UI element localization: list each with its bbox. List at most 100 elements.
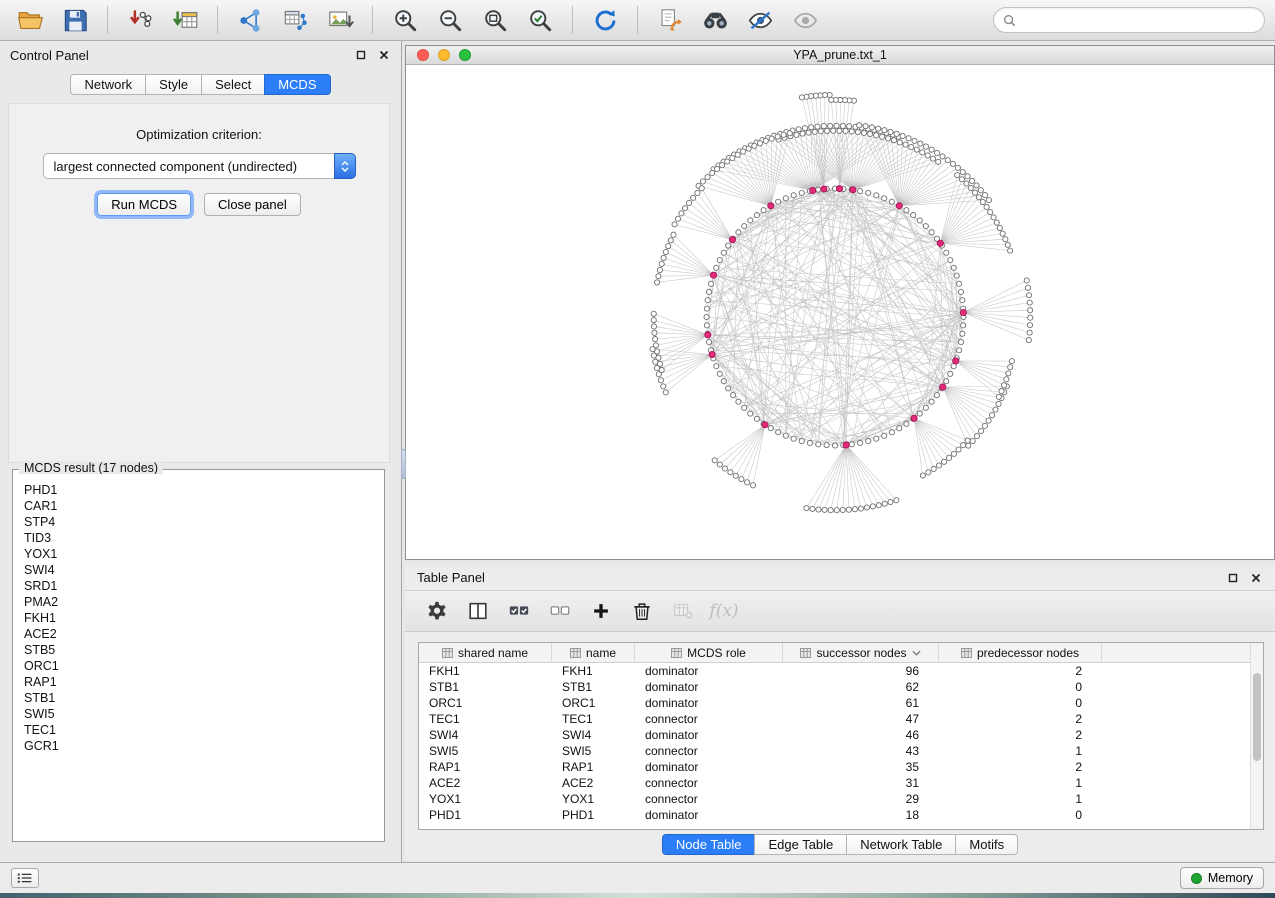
network-canvas[interactable] [406,65,1274,559]
column-header-shared-name[interactable]: shared name [419,643,552,662]
table-mode-button[interactable] [421,596,453,626]
save-session-button[interactable] [55,4,95,36]
find-button[interactable] [695,4,735,36]
float-table-panel-button[interactable] [1226,571,1240,585]
close-table-panel-button[interactable] [1249,571,1263,585]
table-cell: connector [635,792,783,806]
optimization-criterion-select[interactable]: largest connected component (undirected) [43,153,356,179]
hide-selected-button[interactable] [785,4,825,36]
optimization-criterion-value: largest connected component (undirected) [54,159,298,174]
apply-layout-button[interactable] [585,4,625,36]
mcds-result-list[interactable]: PHD1CAR1STP4TID3YOX1SWI4SRD1PMA2FKH1ACE2… [16,474,381,838]
mcds-result-item[interactable]: SWI5 [24,706,381,722]
close-mcds-panel-button[interactable]: Close panel [204,193,301,216]
mcds-result-item[interactable]: GCR1 [24,738,381,754]
zoom-selected-button[interactable] [520,4,560,36]
close-window-button[interactable] [417,49,429,61]
table-row[interactable]: SWI4SWI4dominator462 [419,727,1263,743]
network-window-titlebar[interactable]: YPA_prune.txt_1 [406,46,1274,65]
table-cell: RAP1 [552,760,635,774]
maximize-window-button[interactable] [459,49,471,61]
scrollbar-thumb[interactable] [1253,673,1261,761]
mcds-result-item[interactable]: STB1 [24,690,381,706]
import-network-button[interactable] [120,4,160,36]
search-box[interactable] [993,7,1265,33]
column-header-MCDS-role[interactable]: MCDS role [635,643,783,662]
mcds-result-item[interactable]: STB5 [24,642,381,658]
tab-node-table[interactable]: Node Table [662,834,756,855]
tab-edge-table[interactable]: Edge Table [754,834,847,855]
delete-column-button[interactable] [626,596,658,626]
select-all-button[interactable] [503,596,535,626]
memory-button[interactable]: Memory [1180,867,1264,889]
table-row[interactable]: RAP1RAP1dominator352 [419,759,1263,775]
column-header-name[interactable]: name [552,643,635,662]
memory-label: Memory [1208,871,1253,885]
splitter-grip[interactable] [401,449,406,479]
export-table-icon [282,7,309,34]
run-mcds-button[interactable]: Run MCDS [97,193,191,216]
hide-selected-icon [792,7,819,34]
mcds-result-item[interactable]: PMA2 [24,594,381,610]
zoom-out-button[interactable] [430,4,470,36]
table-body: FKH1FKH1dominator962STB1STB1dominator620… [419,663,1263,823]
toggle-details-button[interactable] [740,4,780,36]
export-image-button[interactable] [320,4,360,36]
clone-network-button[interactable] [650,4,690,36]
mcds-result-item[interactable]: PHD1 [24,482,381,498]
mcds-result-item[interactable]: SWI4 [24,562,381,578]
mcds-result-item[interactable]: ORC1 [24,658,381,674]
task-history-button[interactable] [11,868,39,888]
minimize-window-button[interactable] [438,49,450,61]
open-file-button[interactable] [10,4,50,36]
tab-network-table[interactable]: Network Table [846,834,956,855]
deselect-all-button[interactable] [544,596,576,626]
mcds-result-item[interactable]: TID3 [24,530,381,546]
import-table-button[interactable] [165,4,205,36]
table-row[interactable]: ACE2ACE2connector311 [419,775,1263,791]
table-row[interactable]: PHD1PHD1dominator180 [419,807,1263,823]
table-row[interactable]: SWI5SWI5connector431 [419,743,1263,759]
column-header-successor-nodes[interactable]: successor nodes [783,643,939,662]
toolbar-separator [107,6,108,34]
zoom-fit-button[interactable] [475,4,515,36]
tab-mcds[interactable]: MCDS [264,74,330,95]
mcds-result-item[interactable]: FKH1 [24,610,381,626]
status-bar: Memory [0,862,1275,893]
export-table-button[interactable] [275,4,315,36]
tab-style[interactable]: Style [145,74,202,95]
search-input[interactable] [1021,13,1255,28]
mcds-result-item[interactable]: CAR1 [24,498,381,514]
table-toolbar: f(x) [405,590,1275,632]
close-panel-button[interactable] [377,48,391,62]
show-columns-button[interactable] [462,596,494,626]
table-scrollbar[interactable] [1250,643,1263,829]
column-header-predecessor-nodes[interactable]: predecessor nodes [939,643,1102,662]
table-cell: 31 [783,776,939,790]
tab-select[interactable]: Select [201,74,265,95]
table-row[interactable]: ORC1ORC1dominator610 [419,695,1263,711]
mcds-result-item[interactable]: YOX1 [24,546,381,562]
float-panel-button[interactable] [354,48,368,62]
mcds-result-item[interactable]: RAP1 [24,674,381,690]
table-row[interactable]: FKH1FKH1dominator962 [419,663,1263,679]
mcds-result-item[interactable]: TEC1 [24,722,381,738]
tab-network[interactable]: Network [70,74,146,95]
table-row[interactable]: TEC1TEC1connector472 [419,711,1263,727]
add-column-button[interactable] [585,596,617,626]
network-window-title: YPA_prune.txt_1 [793,48,887,62]
zoom-in-icon [392,7,419,34]
zoom-in-button[interactable] [385,4,425,36]
application-window: Control Panel NetworkStyleSelectMCDS Opt… [0,0,1275,898]
table-row[interactable]: YOX1YOX1connector291 [419,791,1263,807]
column-type-icon [961,648,972,658]
mcds-result-item[interactable]: STP4 [24,514,381,530]
table-row[interactable]: STB1STB1dominator620 [419,679,1263,695]
export-network-button[interactable] [230,4,270,36]
mcds-result-item[interactable]: ACE2 [24,626,381,642]
delete-table-icon [672,600,694,622]
table-cell: connector [635,744,783,758]
tab-motifs[interactable]: Motifs [955,834,1018,855]
table-cell: connector [635,776,783,790]
mcds-result-item[interactable]: SRD1 [24,578,381,594]
